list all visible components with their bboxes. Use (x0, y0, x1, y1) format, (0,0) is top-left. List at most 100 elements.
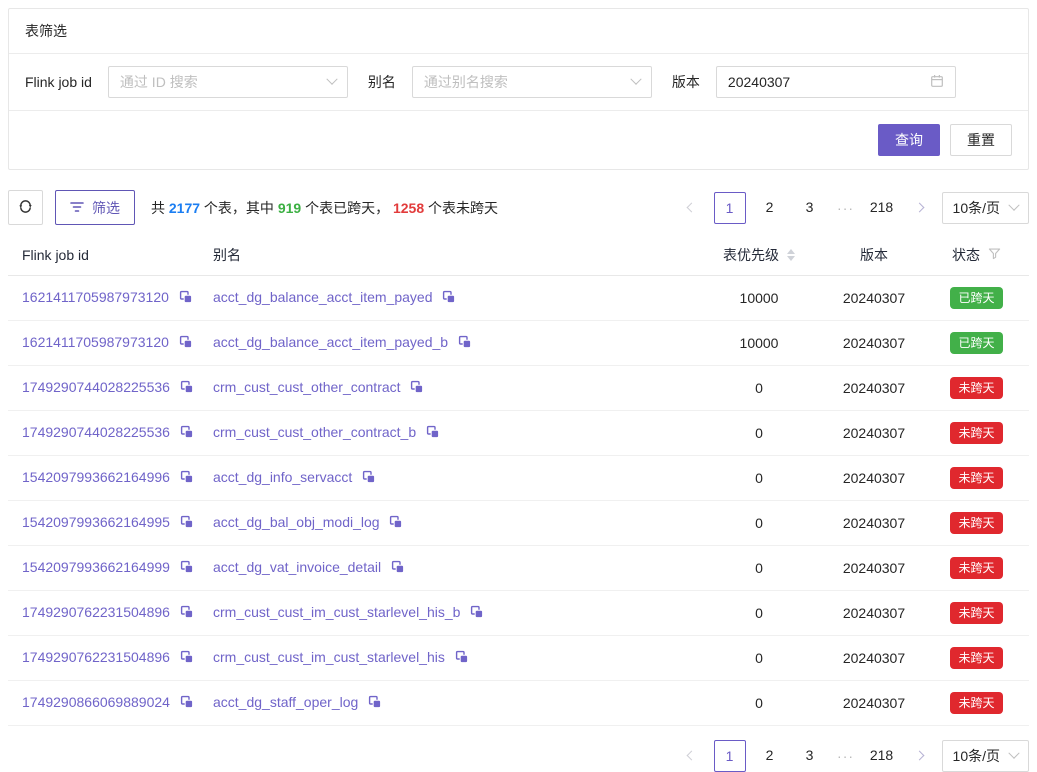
flink-job-id-placeholder: 通过 ID 搜索 (120, 72, 198, 92)
reset-button[interactable]: 重置 (950, 124, 1012, 156)
filter-button[interactable]: 筛选 (55, 190, 135, 225)
copy-icon[interactable] (455, 650, 469, 667)
priority-value: 0 (694, 635, 824, 680)
version-value: 20240307 (824, 365, 924, 410)
chevron-down-icon (630, 74, 641, 85)
refresh-button[interactable] (8, 190, 43, 225)
priority-value: 0 (694, 500, 824, 545)
version-value: 20240307 (824, 455, 924, 500)
summary-text: 共 (151, 200, 169, 216)
next-page-button[interactable] (906, 192, 934, 224)
copy-icon[interactable] (362, 470, 376, 487)
flink-job-id-link[interactable]: 1749290762231504896 (22, 649, 170, 665)
column-header-priority-label: 表优先级 (723, 245, 779, 265)
table-toolbar: 筛选 共 2177 个表，其中 919 个表已跨天， 1258 个表未跨天 12… (8, 190, 1029, 225)
chevron-down-icon (326, 74, 337, 85)
version-value: 20240307 (824, 320, 924, 365)
priority-value: 0 (694, 680, 824, 725)
flink-job-id-link[interactable]: 1542097993662164996 (22, 469, 170, 485)
column-header-status-label: 状态 (952, 245, 980, 265)
flink-job-id-link[interactable]: 1542097993662164995 (22, 514, 170, 530)
previous-page-button[interactable] (678, 192, 706, 224)
priority-value: 0 (694, 545, 824, 590)
copy-icon[interactable] (442, 290, 456, 307)
copy-icon[interactable] (368, 695, 382, 712)
flink-job-id-link[interactable]: 1749290762231504896 (22, 604, 170, 620)
column-header-status[interactable]: 状态 (924, 235, 1029, 275)
version-date-value: 20240307 (728, 74, 790, 90)
chevron-right-icon (915, 203, 925, 213)
page-number-2[interactable]: 2 (754, 192, 786, 224)
copy-icon[interactable] (180, 380, 194, 397)
alias-link[interactable]: acct_dg_staff_oper_log (213, 694, 358, 710)
alias-link[interactable]: acct_dg_info_servacct (213, 469, 352, 485)
copy-icon[interactable] (426, 425, 440, 442)
pagination-ellipsis[interactable]: ··· (834, 748, 858, 764)
table-row: 1749290744028225536 crm_cust_cust_other_… (8, 410, 1029, 455)
copy-icon[interactable] (458, 335, 472, 352)
flink-job-id-link[interactable]: 1621411705987973120 (22, 334, 169, 350)
copy-icon[interactable] (180, 695, 194, 712)
copy-icon[interactable] (391, 560, 405, 577)
column-header-version: 版本 (824, 235, 924, 275)
copy-icon[interactable] (180, 650, 194, 667)
alias-link[interactable]: crm_cust_cust_im_cust_starlevel_his (213, 649, 445, 665)
status-badge: 未跨天 (950, 647, 1002, 669)
copy-icon[interactable] (179, 335, 193, 352)
page-number-1[interactable]: 1 (714, 192, 746, 224)
flink-job-id-link[interactable]: 1749290744028225536 (22, 424, 170, 440)
status-badge: 未跨天 (950, 602, 1002, 624)
flink-job-id-link[interactable]: 1621411705987973120 (22, 289, 169, 305)
alias-link[interactable]: acct_dg_balance_acct_item_payed (213, 289, 433, 305)
copy-icon[interactable] (410, 380, 424, 397)
status-badge: 未跨天 (950, 557, 1002, 579)
table-row: 1621411705987973120 acct_dg_balance_acct… (8, 275, 1029, 320)
version-date-picker[interactable]: 20240307 (716, 66, 956, 98)
flink-job-id-link[interactable]: 1542097993662164999 (22, 559, 170, 575)
alias-link[interactable]: crm_cust_cust_other_contract (213, 379, 401, 395)
page-number-3[interactable]: 3 (794, 192, 826, 224)
page-number-218[interactable]: 218 (866, 192, 898, 224)
version-label: 版本 (672, 72, 700, 92)
copy-icon[interactable] (179, 290, 193, 307)
funnel-filter-icon[interactable] (988, 247, 1001, 263)
alias-link[interactable]: crm_cust_cust_other_contract_b (213, 424, 416, 440)
copy-icon[interactable] (389, 515, 403, 532)
alias-link[interactable]: acct_dg_vat_invoice_detail (213, 559, 381, 575)
page-size-value: 10条/页 (953, 746, 1000, 766)
status-badge: 未跨天 (950, 422, 1002, 444)
caret-up-icon (787, 249, 795, 254)
copy-icon[interactable] (470, 605, 484, 622)
alias-link[interactable]: acct_dg_balance_acct_item_payed_b (213, 334, 448, 350)
copy-icon[interactable] (180, 425, 194, 442)
query-button[interactable]: 查询 (878, 124, 940, 156)
version-value: 20240307 (824, 680, 924, 725)
status-badge: 未跨天 (950, 377, 1002, 399)
alias-select[interactable]: 通过别名搜索 (412, 66, 652, 98)
version-value: 20240307 (824, 590, 924, 635)
sort-icon[interactable] (787, 249, 795, 261)
flink-job-id-link[interactable]: 1749290866069889024 (22, 694, 170, 710)
table-summary: 共 2177 个表，其中 919 个表已跨天， 1258 个表未跨天 (151, 198, 498, 218)
version-value: 20240307 (824, 410, 924, 455)
copy-icon[interactable] (180, 470, 194, 487)
page-size-select[interactable]: 10条/页 (942, 192, 1029, 224)
pagination-ellipsis[interactable]: ··· (834, 200, 858, 216)
alias-placeholder: 通过别名搜索 (424, 72, 508, 92)
flink-job-id-select[interactable]: 通过 ID 搜索 (108, 66, 348, 98)
flink-job-id-link[interactable]: 1749290744028225536 (22, 379, 170, 395)
copy-icon[interactable] (180, 560, 194, 577)
table-row: 1542097993662164999 acct_dg_vat_invoice_… (8, 545, 1029, 590)
alias-link[interactable]: acct_dg_bal_obj_modi_log (213, 514, 380, 530)
data-table: Flink job id 别名 表优先级 版本 状态 (8, 235, 1029, 726)
copy-icon[interactable] (180, 515, 194, 532)
filter-card-title: 表筛选 (9, 9, 1028, 54)
alias-link[interactable]: crm_cust_cust_im_cust_starlevel_his_b (213, 604, 460, 620)
priority-value: 10000 (694, 275, 824, 320)
refresh-icon (18, 199, 33, 217)
table-row: 1542097993662164995 acct_dg_bal_obj_modi… (8, 500, 1029, 545)
calendar-icon (930, 74, 944, 91)
copy-icon[interactable] (180, 605, 194, 622)
summary-uncrossed-count: 1258 (393, 200, 424, 216)
column-header-priority[interactable]: 表优先级 (694, 235, 824, 275)
